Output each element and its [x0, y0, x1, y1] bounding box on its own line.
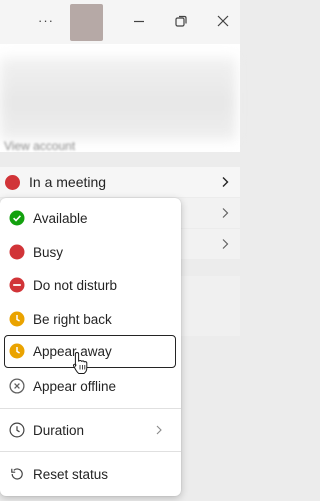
reset-status-menu-item[interactable]: Reset status	[0, 458, 181, 491]
status-option-available[interactable]: Available	[0, 202, 181, 235]
reset-status-label: Reset status	[33, 467, 109, 482]
close-button[interactable]	[214, 12, 232, 30]
status-option-label: Be right back	[33, 312, 112, 327]
reset-arrow-icon	[11, 468, 23, 480]
status-option-label: Busy	[33, 245, 64, 260]
current-status-label: In a meeting	[29, 174, 107, 190]
dnd-minus-icon	[9, 277, 25, 293]
status-menu: Available Busy Do not disturb Be right b…	[0, 198, 181, 496]
busy-dot-icon	[5, 175, 20, 190]
current-status-row[interactable]: In a meeting	[0, 167, 240, 197]
chevron-right-icon	[156, 425, 162, 435]
restore-button[interactable]	[172, 12, 190, 30]
avatar[interactable]	[70, 4, 103, 41]
busy-dot-icon	[9, 244, 25, 260]
status-option-label: Available	[33, 211, 88, 226]
close-icon	[217, 15, 229, 27]
clock-away-icon	[9, 343, 25, 359]
chevron-right-icon	[222, 239, 229, 249]
status-option-appear-offline[interactable]: Appear offline	[0, 370, 181, 403]
clock-away-icon	[9, 311, 25, 327]
status-option-busy[interactable]: Busy	[0, 236, 181, 269]
status-option-label: Appear offline	[33, 379, 117, 394]
minimize-icon	[134, 20, 144, 23]
duration-menu-item[interactable]: Duration	[0, 414, 181, 447]
restore-icon	[175, 15, 187, 27]
chevron-right-icon	[222, 208, 229, 218]
offline-x-icon	[9, 378, 25, 394]
clock-icon	[9, 422, 25, 438]
duration-label: Duration	[33, 423, 85, 438]
blurred-profile-info	[0, 58, 236, 140]
available-check-icon	[9, 210, 25, 226]
chevron-right-icon	[222, 177, 229, 187]
view-account-link[interactable]: View account	[4, 140, 75, 150]
more-icon: ···	[38, 12, 54, 28]
status-option-label: Do not disturb	[33, 278, 118, 293]
title-bar: ···	[0, 0, 240, 44]
profile-card: View account	[0, 44, 240, 152]
hand-cursor-icon	[72, 351, 88, 374]
status-option-appear-away[interactable]: Appear away	[4, 335, 176, 368]
minimize-button[interactable]	[130, 12, 148, 30]
menu-divider	[0, 408, 181, 409]
menu-divider	[0, 451, 181, 452]
more-options-button[interactable]: ···	[36, 10, 56, 30]
status-option-do-not-disturb[interactable]: Do not disturb	[0, 269, 181, 302]
status-option-be-right-back[interactable]: Be right back	[0, 303, 181, 336]
